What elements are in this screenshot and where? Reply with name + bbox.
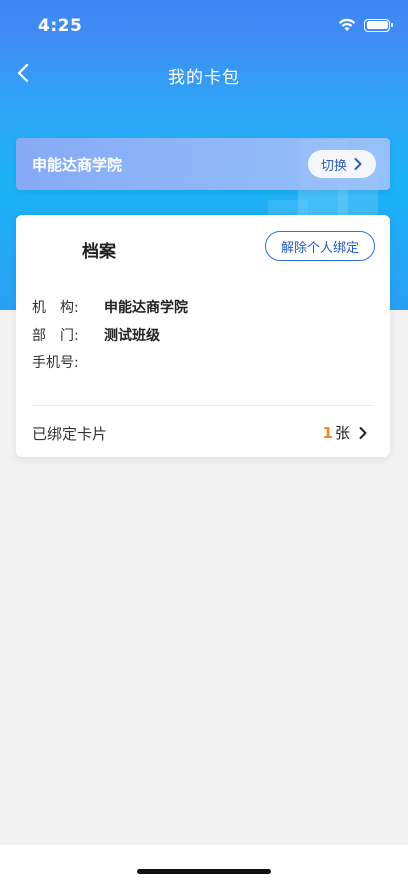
- profile-title: 档案: [82, 242, 116, 262]
- unbind-button[interactable]: 解除个人绑定: [265, 231, 375, 261]
- bound-cards-label[interactable]: 已绑定卡片: [32, 423, 107, 444]
- status-time: 4:25: [38, 16, 83, 36]
- info-row-phone: 手机号:: [32, 352, 104, 372]
- battery-icon: [364, 18, 393, 32]
- status-bar: 4:25: [0, 0, 408, 50]
- bound-cards-count[interactable]: 1 张: [323, 422, 368, 443]
- field-label: 机 构:: [32, 300, 79, 316]
- field-value: 申能达商学院: [104, 300, 188, 316]
- bottom-bar: [0, 845, 408, 883]
- status-icons: [338, 18, 393, 32]
- chevron-right-icon: [354, 158, 362, 170]
- switch-label: 切换: [320, 158, 347, 174]
- home-indicator: [137, 869, 271, 874]
- institution-name: 申能达商学院: [32, 156, 123, 174]
- divider: [32, 405, 374, 406]
- wifi-icon: [338, 18, 356, 31]
- switch-button[interactable]: 切换: [308, 150, 376, 178]
- profile-card: 档案 解除个人绑定 机 构: 申能达商学院 部 门: 测试班级 手机号: 已绑定…: [16, 215, 390, 457]
- page-title: 我的卡包: [168, 68, 240, 88]
- bound-cards-unit: 张: [334, 424, 350, 442]
- institution-card: 申能达商学院 切换: [16, 138, 390, 190]
- nav-bar: 我的卡包: [0, 50, 408, 96]
- field-label: 部 门:: [32, 328, 79, 344]
- field-value: 测试班级: [104, 328, 160, 344]
- chevron-right-icon: [359, 426, 367, 439]
- info-row-department: 部 门: 测试班级: [32, 325, 160, 345]
- field-label: 手机号:: [32, 355, 79, 371]
- bound-cards-number: 1: [322, 423, 333, 442]
- info-row-institution: 机 构: 申能达商学院: [32, 297, 188, 317]
